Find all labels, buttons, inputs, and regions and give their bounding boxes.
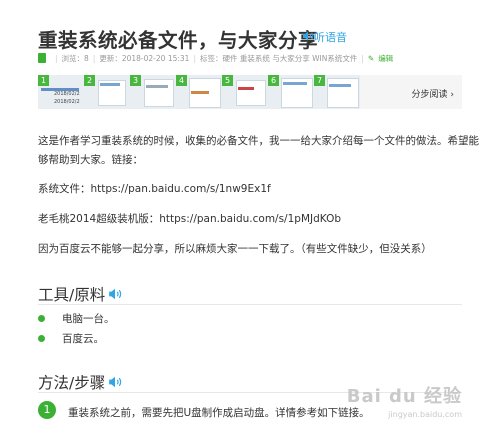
baidu-watermark: Bai du 经验 jingyan.baidu.com — [347, 382, 462, 419]
steps-heading: 方法/步骤 — [38, 371, 122, 393]
step-read-label: 分步阅读 — [411, 90, 448, 100]
step-number-badge: 1 — [38, 401, 56, 419]
article-meta: | 浏览：8 | 更新：2018-02-20 15:31 | 标签：硬件 重装系… — [38, 52, 458, 64]
thumb-text: 2018/02/2 — [54, 99, 80, 105]
intro-line: 够帮助到大家。链接： — [38, 154, 143, 166]
intro-line: 这是作者学习重装系统的时候，收集的必备文件，我一一给大家介绍每一个文件的做法。希… — [38, 135, 479, 147]
step-read-link[interactable]: 分步阅读 › — [412, 87, 455, 100]
tool-item: 电脑一台。 — [62, 313, 115, 325]
thumb-text: 2018/02/2 — [54, 91, 80, 97]
chevron-right-icon: › — [450, 90, 454, 100]
step-thumbnail[interactable]: 3 — [130, 75, 176, 109]
tools-heading: 工具/原料 — [38, 283, 122, 305]
thumb-number: 2 — [84, 75, 95, 86]
thumb-number: 4 — [176, 75, 187, 86]
updated-time: 更新：2018-02-20 15:31 — [99, 53, 190, 63]
step-thumbnail[interactable]: 5 — [222, 75, 268, 109]
thumb-number: 5 — [222, 75, 233, 86]
thumb-number: 6 — [268, 75, 279, 86]
bullet-dot — [38, 315, 45, 322]
views-count: 浏览：8 — [61, 53, 89, 63]
tool-item: 百度云。 — [62, 333, 104, 345]
thumb-number: 7 — [314, 75, 325, 86]
pencil-icon: ✎ — [367, 53, 375, 63]
intro-paragraph: 这是作者学习重装系统的时候，收集的必备文件，我一一给大家介绍每一个文件的做法。希… — [38, 132, 479, 170]
bullet-dot — [38, 335, 45, 342]
step-thumbnail[interactable]: 7 — [314, 75, 360, 109]
tags[interactable]: 标签：硬件 重装系统 与大家分享 WIN系统文件 — [200, 53, 357, 64]
speaker-icon — [302, 31, 314, 44]
step-thumbnail[interactable]: 1 2018/02/2 2018/02/2 — [38, 75, 84, 109]
list-item: 百度云。 — [38, 331, 104, 346]
download-note: 因为百度云不能够一起分享，所以麻烦大家一一下载了。（有些文件缺少，但没关系） — [38, 243, 432, 255]
step-thumbnail-strip[interactable]: 1 2018/02/2 2018/02/2 2 3 4 5 6 7 分步阅读 › — [38, 75, 462, 109]
listen-voice-button[interactable]: 听语音 — [302, 29, 347, 45]
laomaotao-link[interactable]: 老毛桃2014超级装机版：https://pan.baidu.com/s/1pM… — [38, 210, 341, 229]
thumb-number: 3 — [130, 75, 141, 86]
speaker-icon[interactable] — [108, 288, 122, 300]
system-files-link[interactable]: 系统文件：https://pan.baidu.com/s/1nw9Ex1f — [38, 180, 271, 199]
watermark-brand: Bai du 经验 — [346, 386, 462, 407]
thumb-number: 1 — [38, 75, 49, 86]
steps-heading-text: 方法/步骤 — [38, 374, 106, 392]
step-thumbnail[interactable]: 6 — [268, 75, 314, 109]
list-item: 电脑一台。 — [38, 311, 115, 326]
article-title: 重装系统必备文件，与大家分享 — [38, 29, 319, 52]
watermark-url: jingyan.baidu.com — [388, 410, 462, 419]
step-text: 重装系统之前，需要先把U盘制作成启动盘。详情参考如下链接。 — [68, 407, 370, 419]
listen-voice-label: 听语音 — [314, 31, 347, 44]
document-icon — [38, 53, 46, 63]
speaker-icon[interactable] — [108, 376, 122, 388]
step-thumbnail[interactable]: 2 — [84, 75, 130, 109]
tools-heading-text: 工具/原料 — [38, 286, 106, 304]
edit-link[interactable]: 编辑 — [378, 53, 393, 64]
divider — [38, 304, 462, 305]
step-thumbnail[interactable]: 4 — [176, 75, 222, 109]
